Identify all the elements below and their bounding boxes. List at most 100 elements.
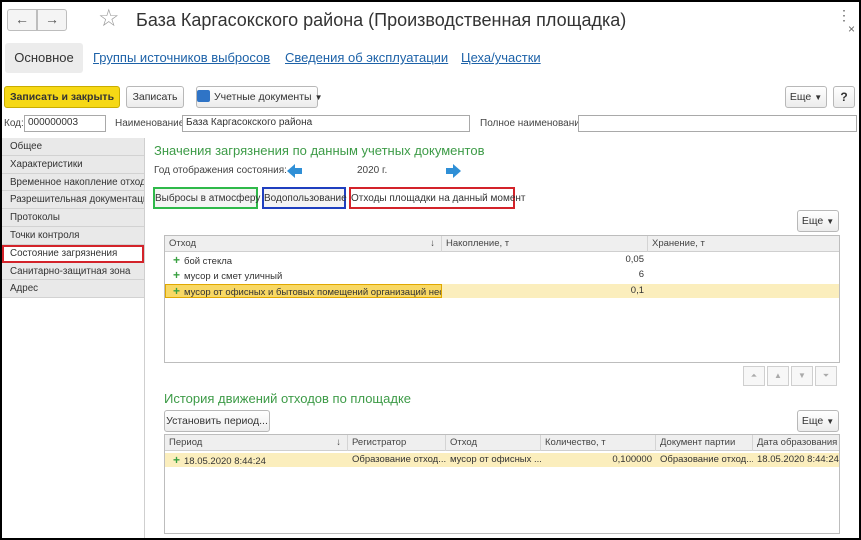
tab-operation-info[interactable]: Сведения об эксплуатации [285, 43, 448, 73]
toolbar: Записать и закрыть Записать Учетные доку… [2, 86, 859, 110]
document-icon [197, 90, 210, 102]
storage-cell [648, 253, 839, 267]
waste-name: мусор от офисных и бытовых помещений орг… [184, 287, 441, 298]
waste-cell: мусор от офисных ... [450, 454, 541, 465]
sidebar-item-characteristics[interactable]: Характеристики [2, 155, 144, 174]
period-value: 18.05.2020 8:44:24 [184, 456, 266, 467]
more-vertical-icon[interactable]: ⋮ [837, 8, 851, 22]
table-row-selected[interactable]: +18.05.2020 8:44:24 Образование отход...… [165, 453, 839, 467]
subtab-water-use[interactable]: Водопользование [262, 187, 347, 209]
column-header-waste[interactable]: Отход [446, 435, 541, 451]
waste-name-cell: + бой стекла [169, 253, 439, 267]
waste-name: бой стекла [184, 256, 233, 267]
more-label: Еще [801, 415, 824, 427]
tab-workshops[interactable]: Цеха/участки [461, 43, 541, 73]
more-label: Еще [789, 91, 812, 103]
column-header-period-label: Период [169, 437, 203, 448]
sort-down-icon: ↓ [336, 437, 341, 448]
accounting-docs-label: Учетные документы [214, 91, 312, 103]
period-cell: +18.05.2020 8:44:24 [169, 453, 347, 467]
help-button[interactable]: ? [833, 86, 855, 108]
sidebar-item-temporary-storage[interactable]: Временное накопление отходов [2, 173, 144, 192]
quantity-cell: 0,100000 [612, 454, 652, 465]
pollution-more-button[interactable]: Еще ▼ [797, 210, 839, 232]
chevron-down-icon: ▼ [814, 93, 823, 102]
table-row[interactable]: + мусор и смет уличный 6 [165, 268, 839, 282]
column-header-creation-date[interactable]: Дата образования [753, 435, 839, 451]
subtab-air-emissions[interactable]: Выбросы в атмосферу [153, 187, 260, 209]
creation-date-cell: 18.05.2020 8:44:24 [757, 454, 839, 465]
column-header-waste-label: Отход [169, 238, 197, 249]
column-header-waste[interactable]: Отход ↓ [165, 236, 442, 252]
sort-down-icon: ↓ [430, 238, 435, 249]
storage-cell [648, 284, 839, 298]
close-icon[interactable]: × [848, 22, 855, 36]
fullname-field[interactable] [578, 115, 857, 132]
year-next-button[interactable] [443, 162, 465, 180]
year-prev-button[interactable] [283, 162, 305, 180]
column-header-period[interactable]: Период ↓ [165, 435, 348, 451]
scroll-up-icon[interactable]: ▲ [767, 366, 789, 386]
column-header-registrar[interactable]: Регистратор [348, 435, 446, 451]
sidebar-item-protocols[interactable]: Протоколы [2, 209, 144, 227]
forward-button[interactable]: → [37, 9, 67, 31]
arrow-left-icon [287, 164, 302, 178]
form-tabs: Основное Группы источников выбросов Свед… [2, 40, 859, 76]
waste-name-cell: + мусор от офисных и бытовых помещений ор… [169, 284, 441, 298]
table-row-selected[interactable]: + мусор от офисных и бытовых помещений ор… [165, 284, 839, 298]
sidebar-item-pollution-state[interactable]: Состояние загрязнения [2, 244, 144, 263]
sidebar-item-sanitary-zone[interactable]: Санитарно-защитная зона [2, 262, 144, 281]
history-more-button[interactable]: Еще ▼ [797, 410, 839, 432]
window-title: База Каргасокского района (Производствен… [136, 10, 627, 30]
year-label: Год отображения состояния: [154, 165, 287, 176]
set-period-button[interactable]: Установить период... [164, 410, 270, 432]
column-header-quantity[interactable]: Количество, т [541, 435, 656, 451]
scroll-down-icon[interactable]: ▼ [791, 366, 813, 386]
plus-icon: + [173, 453, 181, 467]
accumulation-cell: 6 [638, 269, 644, 280]
sidebar-item-control-points[interactable]: Точки контроля [2, 226, 144, 245]
save-button[interactable]: Записать [126, 86, 184, 108]
arrow-right-icon [446, 164, 461, 178]
code-field[interactable]: 000000003 [24, 115, 106, 132]
history-table: Период ↓ Регистратор Отход Количество, т… [164, 434, 840, 534]
sidebar-item-general[interactable]: Общее [2, 138, 144, 156]
more-button[interactable]: Еще ▼ [785, 86, 827, 108]
registrar-cell: Образование отход... [352, 454, 446, 465]
fullname-label: Полное наименование: [480, 118, 589, 129]
chevron-down-icon: ▼ [826, 217, 835, 226]
header-fields: Код: 000000003 Наименование: База Каргас… [2, 115, 859, 133]
history-section-title: История движений отходов по площадке [164, 391, 412, 406]
plus-icon: + [173, 284, 181, 298]
save-and-close-button[interactable]: Записать и закрыть [4, 86, 120, 108]
history-table-header: Период ↓ Регистратор Отход Количество, т… [165, 435, 839, 451]
tab-main[interactable]: Основное [5, 43, 83, 73]
star-icon[interactable]: ☆ [98, 6, 120, 32]
scroll-last-icon[interactable]: ⏷ [815, 366, 837, 386]
sidebar-item-address[interactable]: Адрес [2, 280, 144, 299]
accumulation-cell: 0,1 [630, 285, 644, 296]
chevron-down-icon: ▼ [314, 93, 323, 102]
name-field[interactable]: База Каргасокского района [182, 115, 470, 132]
column-header-batch-doc[interactable]: Документ партии [656, 435, 753, 451]
tab-emission-groups[interactable]: Группы источников выбросов [93, 43, 270, 73]
plus-icon: + [173, 268, 181, 282]
title-bar: ← → ☆ База Каргасокского района (Произво… [2, 2, 859, 38]
more-label: Еще [801, 215, 824, 227]
table-nav-buttons: ⏶ ▲ ▼ ⏷ [743, 366, 840, 386]
name-label: Наименование: [115, 118, 188, 129]
accounting-docs-button[interactable]: Учетные документы ▼ [196, 86, 323, 108]
waste-table-header: Отход ↓ Накопление, т Хранение, т [165, 236, 839, 252]
column-header-storage[interactable]: Хранение, т [648, 236, 839, 252]
back-button[interactable]: ← [7, 9, 37, 31]
sidebar-item-permits[interactable]: Разрешительная документация [2, 191, 144, 210]
code-label: Код: [4, 118, 24, 129]
scroll-first-icon[interactable]: ⏶ [743, 366, 765, 386]
waste-name: мусор и смет уличный [184, 271, 283, 282]
column-header-accumulation[interactable]: Накопление, т [442, 236, 648, 252]
table-row[interactable]: + бой стекла 0,05 [165, 253, 839, 267]
accumulation-cell: 0,05 [625, 254, 645, 265]
subtab-site-waste[interactable]: Отходы площадки на данный момент [349, 187, 526, 209]
waste-name-cell: + мусор и смет уличный [169, 268, 439, 282]
batch-doc-cell: Образование отход... [660, 454, 753, 465]
